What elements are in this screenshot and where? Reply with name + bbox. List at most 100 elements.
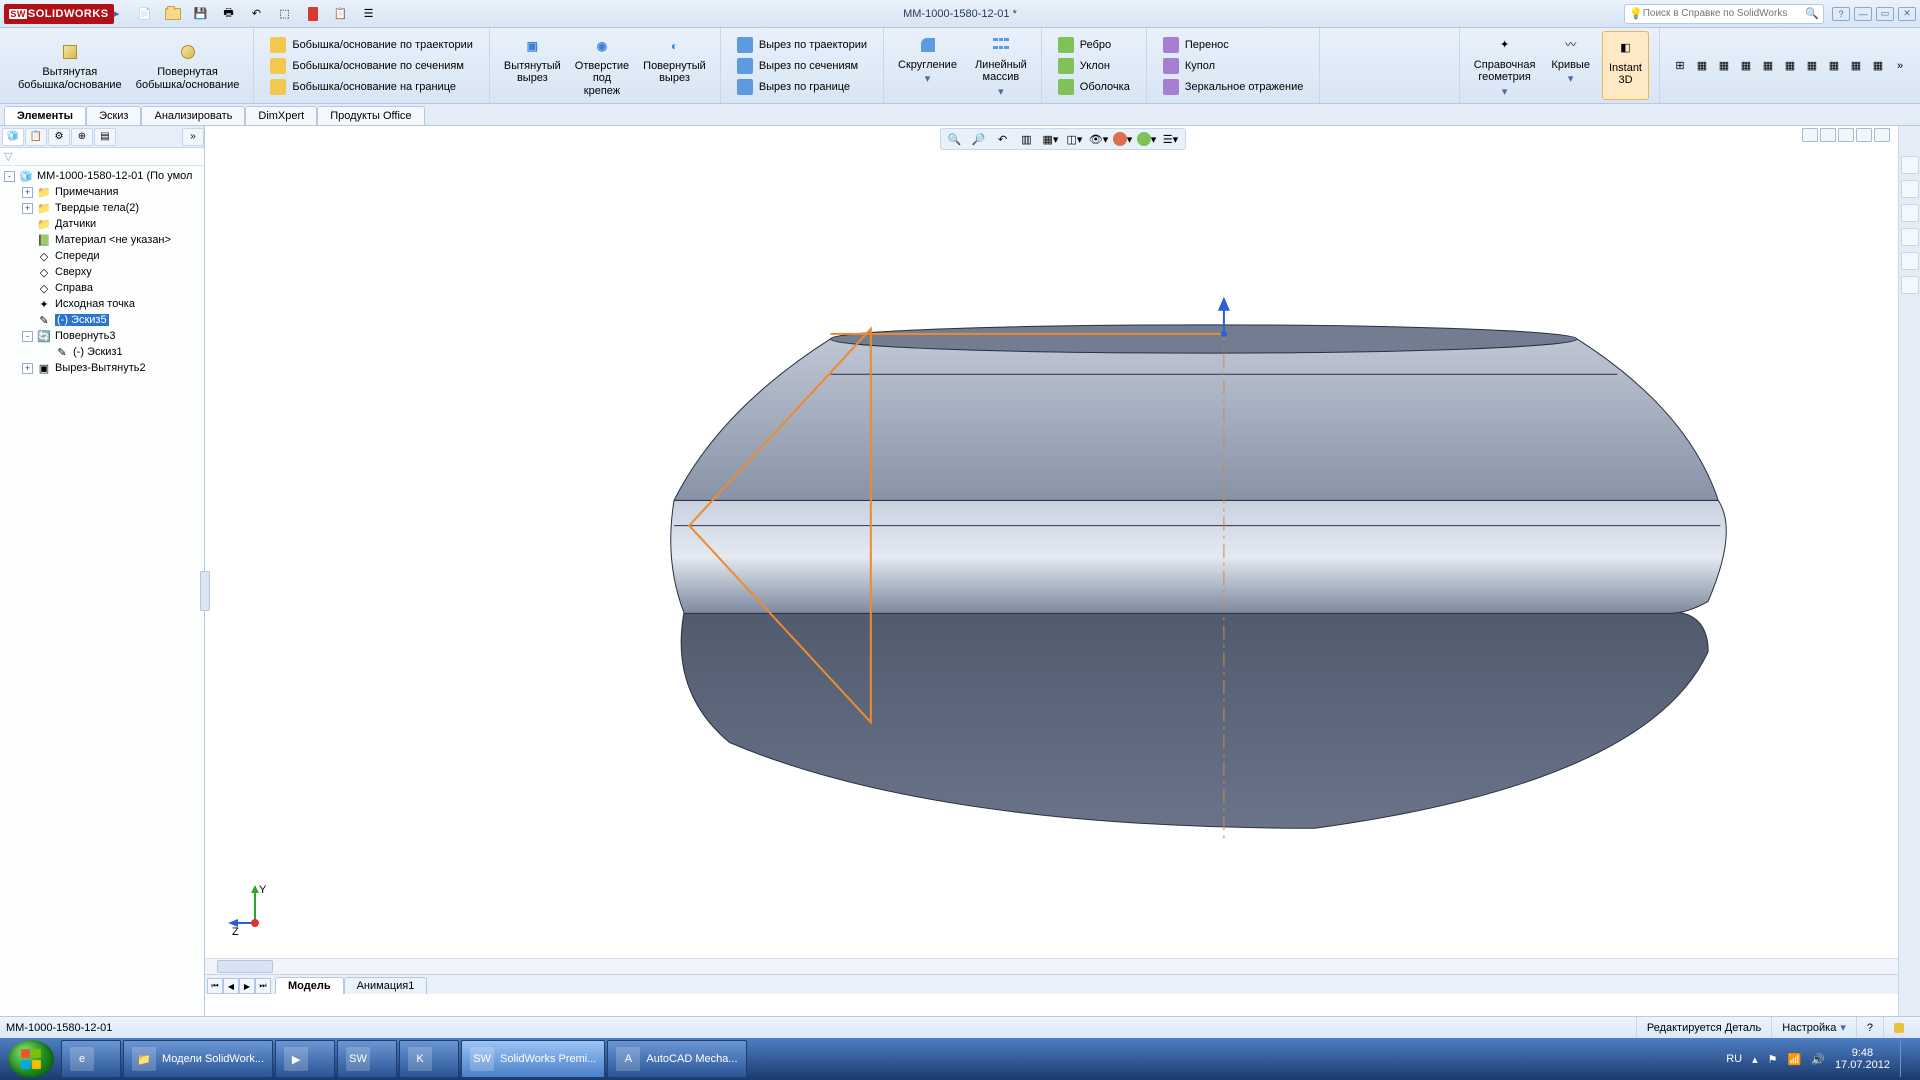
tree-filter[interactable]: ▽ <box>0 148 204 166</box>
tree-node[interactable]: +▣Вырез-Вытянуть2 <box>0 360 204 376</box>
lang-indicator[interactable]: RU <box>1726 1053 1742 1065</box>
shell-button[interactable]: Оболочка <box>1056 78 1132 96</box>
help-search[interactable]: 💡 🔍 <box>1624 4 1824 24</box>
taskbar-item[interactable]: SWSolidWorks Premi... <box>461 1040 605 1078</box>
taskbar-item[interactable]: AAutoCAD Mecha... <box>607 1040 746 1078</box>
rebuild-button[interactable] <box>302 3 324 25</box>
revolve-cut-button[interactable]: ◐Повернутый вырез <box>639 32 710 98</box>
fillet-button[interactable]: Скругление▾ <box>894 31 961 99</box>
select-button[interactable]: ⬚ <box>274 3 296 25</box>
curves-button[interactable]: 〰Кривые▾ <box>1547 31 1594 99</box>
close-button[interactable]: ✕ <box>1898 7 1916 21</box>
tab-dimxpert[interactable]: DimXpert <box>245 106 317 125</box>
undo-button[interactable]: ↶ <box>246 3 268 25</box>
linear-pattern-button[interactable]: Линейный массив▾ <box>971 31 1031 99</box>
orient-icon[interactable]: ⊞ <box>1670 57 1690 75</box>
tab-nav-prev[interactable]: ◀ <box>223 978 239 994</box>
new-doc-button[interactable]: 📄 <box>134 3 156 25</box>
ft-tab-dim[interactable]: ⊕ <box>71 128 93 146</box>
tray-chevron-icon[interactable]: ▴ <box>1752 1053 1758 1066</box>
view-cube-6[interactable]: ▦ <box>1802 57 1822 75</box>
view-cube-2[interactable]: ▦ <box>1714 57 1734 75</box>
view-cube-8[interactable]: ▦ <box>1846 57 1866 75</box>
extrude-boss-button[interactable]: Вытянутая бобышка/основание <box>14 38 126 92</box>
expand-icon[interactable]: - <box>22 331 33 342</box>
taskpane-home[interactable] <box>1901 156 1919 174</box>
tray-net-icon[interactable]: 📶 <box>1788 1053 1802 1066</box>
tree-node[interactable]: ◇Справа <box>0 280 204 296</box>
tab-features[interactable]: Элементы <box>4 106 86 125</box>
ft-tab-tree[interactable]: 🧊 <box>2 128 24 146</box>
tree-node[interactable]: ✎(-) Эскиз5 <box>0 312 204 328</box>
swept-boss-button[interactable]: Бобышка/основание по траектории <box>268 36 475 54</box>
print-button[interactable]: 🖶 <box>218 3 240 25</box>
lofted-boss-button[interactable]: Бобышка/основание по сечениям <box>268 57 475 75</box>
rib-button[interactable]: Ребро <box>1056 36 1132 54</box>
ft-tab-conf[interactable]: ⚙ <box>48 128 70 146</box>
tree-node[interactable]: ◇Сверху <box>0 264 204 280</box>
ft-tab-expand[interactable]: » <box>182 128 204 146</box>
view-cube-4[interactable]: ▦ <box>1758 57 1778 75</box>
taskbar-item[interactable]: ▶ <box>275 1040 335 1078</box>
expand-icon[interactable]: + <box>22 363 33 374</box>
extrude-cut-button[interactable]: ▣Вытянутый вырез <box>500 32 565 98</box>
taskpane-view[interactable] <box>1901 228 1919 246</box>
start-button[interactable] <box>8 1040 54 1078</box>
ft-tab-prop[interactable]: 📋 <box>25 128 47 146</box>
swept-cut-button[interactable]: Вырез по траектории <box>735 36 869 54</box>
tab-office[interactable]: Продукты Office <box>317 106 424 125</box>
tree-node[interactable]: -🧊MM-1000-1580-12-01 (По умол <box>0 168 204 184</box>
tab-animation[interactable]: Анимация1 <box>344 977 428 994</box>
view-cube-3[interactable]: ▦ <box>1736 57 1756 75</box>
view-cube-5[interactable]: ▦ <box>1780 57 1800 75</box>
ft-tab-disp[interactable]: ▤ <box>94 128 116 146</box>
boundary-cut-button[interactable]: Вырез по границе <box>735 78 869 96</box>
restore-button[interactable]: ▭ <box>1876 7 1894 21</box>
show-desktop-button[interactable] <box>1900 1041 1910 1077</box>
view-cube-1[interactable]: ▦ <box>1692 57 1712 75</box>
tree-node[interactable]: -🔄Повернуть3 <box>0 328 204 344</box>
tree-node[interactable]: 📁Датчики <box>0 216 204 232</box>
tab-evaluate[interactable]: Анализировать <box>141 106 245 125</box>
minimize-button[interactable]: — <box>1854 7 1872 21</box>
tab-nav-next[interactable]: ▶ <box>239 978 255 994</box>
mirror-button[interactable]: Зеркальное отражение <box>1161 78 1306 96</box>
revolve-boss-button[interactable]: Повернутая бобышка/основание <box>132 38 244 92</box>
wrap-button[interactable]: Перенос <box>1161 36 1306 54</box>
status-help-icon[interactable]: ? <box>1856 1017 1883 1038</box>
taskpane-lib[interactable] <box>1901 180 1919 198</box>
save-button[interactable]: 💾 <box>190 3 212 25</box>
clock[interactable]: 9:4817.07.2012 <box>1835 1047 1890 1071</box>
help-button[interactable]: ? <box>1832 7 1850 21</box>
taskpane-prop[interactable] <box>1901 276 1919 294</box>
view-cube-9[interactable]: ▦ <box>1868 57 1888 75</box>
lofted-cut-button[interactable]: Вырез по сечениям <box>735 57 869 75</box>
taskpane-explorer[interactable] <box>1901 204 1919 222</box>
draft-button[interactable]: Уклон <box>1056 57 1132 75</box>
dome-button[interactable]: Купол <box>1161 57 1306 75</box>
open-button[interactable] <box>162 3 184 25</box>
feature-tree[interactable]: -🧊MM-1000-1580-12-01 (По умол+📁Примечани… <box>0 166 204 1016</box>
settings-button[interactable]: ☰ <box>358 3 380 25</box>
tab-sketch[interactable]: Эскиз <box>86 106 141 125</box>
taskbar-item[interactable]: K <box>399 1040 459 1078</box>
hole-wizard-button[interactable]: ◉Отверстие под крепеж <box>571 32 633 98</box>
view-cube-7[interactable]: ▦ <box>1824 57 1844 75</box>
tree-node[interactable]: +📁Примечания <box>0 184 204 200</box>
expand-icon[interactable]: + <box>22 203 33 214</box>
search-input[interactable] <box>1643 8 1806 19</box>
horizontal-scrollbar[interactable] <box>205 958 1920 974</box>
tab-nav-last[interactable]: ⏭ <box>255 978 271 994</box>
instant3d-button[interactable]: ◧Instant 3D <box>1602 31 1649 99</box>
tree-node[interactable]: ✦Исходная точка <box>0 296 204 312</box>
tree-node[interactable]: ✎(-) Эскиз1 <box>0 344 204 360</box>
search-icon[interactable]: 🔍 <box>1805 7 1819 20</box>
graphics-viewport[interactable]: 🔍 🔎 ↶ ▥ ▦▾ ◫▾ 👁▾ ▾ ▾ ☰▾ <box>205 126 1920 1016</box>
expand-icon[interactable]: - <box>4 171 15 182</box>
view-expand[interactable]: » <box>1890 57 1910 75</box>
taskbar-item[interactable]: 📁Модели SolidWork... <box>123 1040 273 1078</box>
tray-sound-icon[interactable]: 🔊 <box>1811 1053 1825 1066</box>
taskpane-appear[interactable] <box>1901 252 1919 270</box>
panel-splitter[interactable] <box>200 571 210 611</box>
taskbar-item[interactable]: SW <box>337 1040 397 1078</box>
